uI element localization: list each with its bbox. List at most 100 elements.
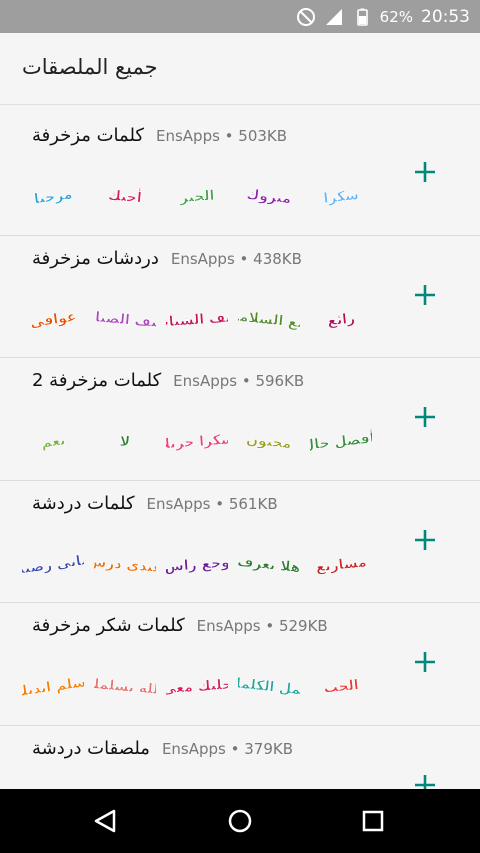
sticker-thumbnail: الله يسلمك	[94, 657, 156, 713]
sticker-pack-row[interactable]: دردشات مزخرفة EnsApps • 438KB عوافي كيف الص…	[0, 236, 480, 359]
sticker-thumbnail: أحبك	[94, 167, 156, 223]
sticker-thumbnail: كيف الشباب	[166, 290, 228, 346]
sticker-pack-name: كلمات مزخرفة 2	[32, 370, 162, 392]
sticker-thumbnail: بأفضل حال	[310, 412, 372, 468]
sticker-thumbnail: رائع	[310, 290, 372, 346]
sticker-text: الحب	[323, 678, 359, 698]
sticker-thumbnail: تسلم ايديك	[22, 657, 84, 713]
sticker-text: مرحبا	[33, 186, 73, 207]
recents-square-icon[interactable]	[357, 805, 389, 837]
sticker-pack-meta: EnsApps • 561KB	[146, 494, 278, 513]
sticker-pack-meta: EnsApps • 529KB	[196, 617, 328, 636]
home-circle-icon[interactable]	[224, 805, 256, 837]
status-icons: 62% 20:53	[296, 0, 470, 33]
sticker-text: مشاريع	[315, 554, 367, 575]
sticker-text: شكرا	[323, 187, 360, 207]
sticker-thumbnail: أجمل الكلمات	[238, 657, 300, 713]
sticker-thumbnail: مشاريع	[310, 535, 372, 591]
sticker-pack-header: كلمات شكر مزخرفة EnsApps • 529KB	[32, 615, 328, 639]
plus-icon[interactable]	[412, 159, 438, 185]
sticker-pack-name: كلمات دردشة	[32, 492, 135, 514]
sticker-art: شكرا جزيلا	[166, 431, 228, 453]
sticker-art: لا	[119, 433, 131, 451]
sticker-text: مبروك	[246, 187, 292, 208]
sticker-text: الله يسلمك	[94, 676, 156, 699]
sticker-text: أجمل الكلمات	[238, 672, 300, 700]
sticker-pack-header: دردشات مزخرفة EnsApps • 438KB	[32, 248, 302, 272]
sticker-preview-strip: ماني رصيد عندي درس وجع راس هلا بعرف مشاريع	[22, 533, 382, 593]
sticker-art: ماني رصيد	[22, 551, 84, 578]
sticker-pack-header: كلمات دردشة EnsApps • 561KB	[32, 493, 278, 517]
sticker-text: نعم	[40, 433, 66, 452]
plus-icon[interactable]	[412, 404, 438, 430]
sticker-art: عوافي	[29, 308, 78, 331]
sticker-thumbnail: مجنون	[238, 412, 300, 468]
sticker-text: عندي درس	[94, 554, 156, 578]
sticker-pack-row[interactable]: كلمات دردشة EnsApps • 561KB ماني رصيد عندي …	[0, 481, 480, 604]
sticker-art: وجع راس	[166, 554, 228, 576]
sticker-thumbnail: وجع راس	[166, 535, 228, 591]
sticker-thumbnail: الخير	[166, 167, 228, 223]
clock: 20:53	[421, 6, 470, 27]
sticker-text: شكرا جزيلا	[166, 432, 228, 453]
sticker-pack-name: كلمات شكر مزخرفة	[32, 615, 185, 637]
sticker-pack-row[interactable]: كلمات مزخرفة 2 EnsApps • 596KB نعم لا شكرا ج…	[0, 358, 480, 481]
sticker-text: لا	[119, 434, 131, 451]
sticker-thumbnail: كيف الصبايا	[94, 290, 156, 346]
sticker-art: كيف الصبايا	[94, 308, 156, 332]
sticker-thumbnail: ماني رصيد	[22, 535, 84, 591]
sticker-art: خليك معي	[166, 677, 228, 698]
sticker-preview-strip: عوافي كيف الصبايا كيف الشباب مع السلامة رائع	[22, 288, 382, 348]
sticker-text: خليك معي	[166, 677, 228, 698]
sticker-art: مرحبا	[33, 186, 74, 208]
sticker-pack-row[interactable]: كلمات شكر مزخرفة EnsApps • 529KB تسلم ايدي…	[0, 603, 480, 726]
sticker-art: عندي درس	[94, 553, 156, 578]
sticker-pack-list: كلمات مزخرفة EnsApps • 503KB مرحبا أحبك الخي…	[0, 113, 480, 849]
sticker-pack-name: دردشات مزخرفة	[32, 247, 159, 269]
sticker-thumbnail: نعم	[22, 412, 84, 468]
sticker-pack-header: كلمات مزخرفة EnsApps • 503KB	[32, 125, 287, 149]
page-title: جميع الملصقات	[22, 55, 158, 79]
sticker-art: كيف الشباب	[166, 308, 228, 331]
back-triangle-icon[interactable]	[90, 805, 122, 837]
sticker-thumbnail: عندي درس	[94, 535, 156, 591]
sticker-text: كيف الشباب	[166, 309, 228, 331]
sticker-thumbnail: مع السلامة	[238, 290, 300, 346]
sticker-thumbnail: مبروك	[238, 167, 300, 223]
status-bar: 62% 20:53	[0, 0, 480, 33]
do-not-disturb-icon	[296, 7, 315, 26]
sticker-thumbnail: لا	[94, 412, 156, 468]
sticker-thumbnail: خليك معي	[166, 657, 228, 713]
sticker-thumbnail: هلا بعرف	[238, 535, 300, 591]
sticker-thumbnail: شكرا جزيلا	[166, 412, 228, 468]
sticker-art: الخير	[178, 188, 215, 207]
sticker-pack-meta: EnsApps • 379KB	[161, 739, 293, 758]
sticker-art: شكرا	[322, 187, 360, 207]
sticker-pack-header: ملصقات دردشة EnsApps • 379KB	[32, 738, 293, 762]
sticker-art: رائع	[326, 310, 356, 329]
sticker-art: مع السلامة	[238, 307, 300, 332]
sticker-pack-row[interactable]: كلمات مزخرفة EnsApps • 503KB مرحبا أحبك الخي…	[0, 113, 480, 236]
navigation-bar	[0, 789, 480, 853]
sticker-pack-meta: EnsApps • 503KB	[155, 127, 288, 145]
sticker-art: الله يسلمك	[94, 676, 156, 699]
sticker-pack-name: كلمات مزخرفة	[32, 125, 144, 146]
sticker-thumbnail: شكرا	[310, 167, 372, 223]
sticker-text: كيف الصبايا	[94, 308, 156, 331]
sticker-text: مع السلامة	[238, 308, 300, 332]
plus-icon[interactable]	[412, 282, 438, 308]
sticker-art: مبروك	[245, 186, 292, 208]
plus-icon[interactable]	[412, 527, 438, 553]
sticker-art: مشاريع	[315, 554, 368, 576]
sticker-text: مجنون	[245, 432, 292, 453]
sticker-art: تسلم ايديك	[22, 674, 84, 701]
sticker-art: بأفضل حال	[310, 428, 372, 455]
sticker-pack-meta: EnsApps • 596KB	[173, 372, 305, 391]
sticker-text: رائع	[327, 310, 356, 329]
sticker-preview-strip: مرحبا أحبك الخير مبروك شكرا	[22, 165, 382, 225]
plus-icon[interactable]	[412, 649, 438, 675]
battery-percent: 62%	[379, 7, 413, 26]
sticker-art: الحب	[323, 677, 360, 698]
sticker-preview-strip: تسلم ايديك الله يسلمك خليك معي أجمل الكلمات…	[22, 655, 382, 715]
sticker-text: وجع راس	[166, 555, 228, 576]
